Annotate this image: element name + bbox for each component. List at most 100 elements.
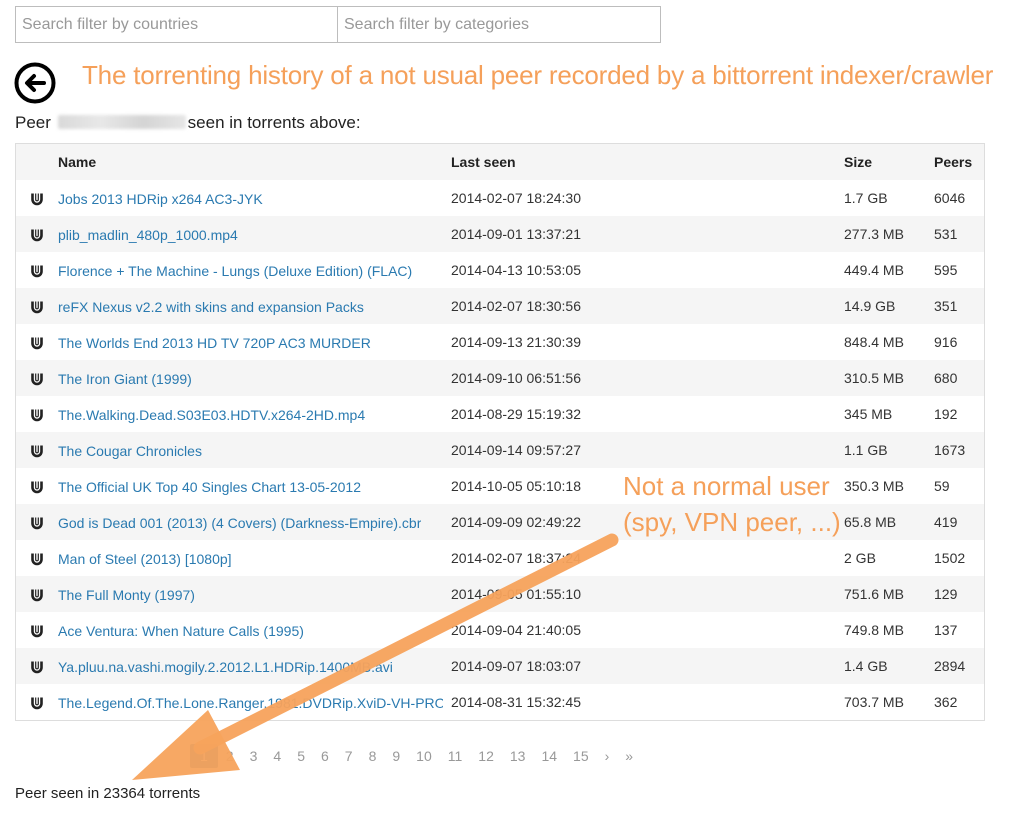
torrent-link[interactable]: The Iron Giant (1999) [58, 371, 192, 387]
magnet-cell [16, 396, 58, 432]
table-row: Ace Ventura: When Nature Calls (1995) 201… [16, 612, 984, 648]
table-header-row: Name Last seen Size Peers [16, 144, 984, 180]
magnet-icon[interactable] [30, 552, 44, 566]
magnet-cell [16, 576, 58, 612]
size-cell: 345 MB [844, 406, 893, 422]
torrent-link[interactable]: Florence + The Machine - Lungs (Deluxe E… [58, 263, 412, 279]
magnet-icon[interactable] [30, 300, 44, 314]
page-link[interactable]: 5 [289, 748, 313, 764]
peers-cell: 192 [934, 406, 958, 422]
torrent-link[interactable]: Man of Steel (2013) [1080p] [58, 551, 232, 567]
name-cell: The.Legend.Of.The.Lone.Ranger.1981.DVDRi… [58, 684, 451, 720]
header-size[interactable]: Size [844, 144, 934, 180]
peers-cell: 129 [934, 586, 958, 602]
torrent-link[interactable]: plib_madlin_480p_1000.mp4 [58, 227, 238, 243]
size-cell: 1.7 GB [844, 190, 888, 206]
torrent-link[interactable]: The Cougar Chronicles [58, 443, 202, 459]
name-cell: Man of Steel (2013) [1080p] [58, 540, 451, 576]
back-arrow-circle-icon[interactable] [14, 62, 56, 104]
name-cell: The Official UK Top 40 Singles Chart 13-… [58, 468, 451, 504]
header-name[interactable]: Name [58, 144, 451, 180]
page-link[interactable]: 13 [502, 748, 534, 764]
page-link[interactable]: 12 [470, 748, 502, 764]
size-cell: 14.9 GB [844, 298, 896, 314]
table-row: The.Walking.Dead.S03E03.HDTV.x264-2HD.mp… [16, 396, 984, 432]
peers-cell: 137 [934, 622, 958, 638]
page-link[interactable]: 8 [361, 748, 385, 764]
magnet-icon[interactable] [30, 408, 44, 422]
last-seen-cell: 2014-08-31 15:32:45 [451, 694, 581, 710]
size-cell: 277.3 MB [844, 226, 904, 242]
table-row: The Cougar Chronicles 2014-09-14 09:57:27… [16, 432, 984, 468]
magnet-icon[interactable] [30, 588, 44, 602]
page-link[interactable]: 3 [242, 748, 266, 764]
country-filter-input[interactable] [15, 6, 338, 43]
name-cell: The Iron Giant (1999) [58, 360, 451, 396]
magnet-icon[interactable] [30, 696, 44, 710]
page-link[interactable]: 7 [337, 748, 361, 764]
page-link[interactable]: 2 [218, 748, 242, 764]
torrent-link[interactable]: The Official UK Top 40 Singles Chart 13-… [58, 479, 361, 495]
torrent-link[interactable]: God is Dead 001 (2013) (4 Covers) (Darkn… [58, 515, 421, 531]
category-filter-input[interactable] [338, 6, 661, 43]
magnet-icon[interactable] [30, 516, 44, 530]
last-seen-cell: 2014-09-10 06:51:56 [451, 370, 581, 386]
table-row: Man of Steel (2013) [1080p] 2014-02-07 18… [16, 540, 984, 576]
page-link[interactable]: › [597, 748, 618, 764]
name-cell: The Cougar Chronicles [58, 432, 451, 468]
size-cell: 749.8 MB [844, 622, 904, 638]
page-link[interactable]: » [617, 748, 641, 764]
annotation-note: Not a normal user (spy, VPN peer, ...) [623, 468, 841, 540]
magnet-icon[interactable] [30, 624, 44, 638]
name-cell: plib_madlin_480p_1000.mp4 [58, 216, 451, 252]
torrent-count: Peer seen in 23364 torrents [15, 785, 201, 802]
page-link[interactable]: 10 [408, 748, 440, 764]
peer-suffix: seen in torrents above: [187, 113, 361, 132]
magnet-icon[interactable] [30, 264, 44, 278]
table-row: reFX Nexus v2.2 with skins and expansion… [16, 288, 984, 324]
page-link[interactable]: 4 [265, 748, 289, 764]
name-cell: God is Dead 001 (2013) (4 Covers) (Darkn… [58, 504, 451, 540]
filter-bar [15, 6, 661, 43]
torrent-link[interactable]: The Worlds End 2013 HD TV 720P AC3 MURDE… [58, 335, 371, 351]
magnet-icon[interactable] [30, 444, 44, 458]
magnet-icon[interactable] [30, 660, 44, 674]
torrent-link[interactable]: The Full Monty (1997) [58, 587, 195, 603]
peers-cell: 2894 [934, 658, 966, 674]
header-last-seen[interactable]: Last seen [451, 144, 844, 180]
last-seen-cell: 2014-08-29 15:19:32 [451, 406, 581, 422]
magnet-cell [16, 360, 58, 396]
magnet-icon[interactable] [30, 192, 44, 206]
peers-cell: 351 [934, 298, 958, 314]
page-link[interactable]: 11 [440, 748, 471, 764]
magnet-icon[interactable] [30, 336, 44, 350]
magnet-icon[interactable] [30, 480, 44, 494]
torrent-table: Name Last seen Size Peers Jobs 2013 HDRi… [15, 143, 985, 721]
torrent-link[interactable]: reFX Nexus v2.2 with skins and expansion… [58, 299, 364, 315]
page-link[interactable]: 14 [533, 748, 565, 764]
page-link-active[interactable]: 1 [190, 744, 218, 768]
size-cell: 65.8 MB [844, 514, 897, 530]
page-link[interactable]: 9 [384, 748, 408, 764]
page-link[interactable]: 15 [565, 748, 597, 764]
magnet-icon[interactable] [30, 372, 44, 386]
torrent-link[interactable]: Ya.pluu.na.vashi.mogily.2.2012.L1.HDRip.… [58, 659, 393, 675]
last-seen-cell: 2014-09-14 09:57:27 [451, 442, 581, 458]
pagination: 1 2 3 4 5 6 7 8 9 10 11 12 13 14 15 ›» [190, 744, 641, 768]
name-cell: The.Walking.Dead.S03E03.HDTV.x264-2HD.mp… [58, 396, 451, 432]
torrent-link[interactable]: The.Walking.Dead.S03E03.HDTV.x264-2HD.mp… [58, 407, 365, 423]
torrent-link[interactable]: Jobs 2013 HDRip x264 AC3-JYK [58, 191, 263, 207]
header-peers[interactable]: Peers [934, 144, 984, 180]
peers-cell: 595 [934, 262, 958, 278]
name-cell: Ya.pluu.na.vashi.mogily.2.2012.L1.HDRip.… [58, 648, 451, 684]
torrent-link[interactable]: The.Legend.Of.The.Lone.Ranger.1981.DVDRi… [58, 695, 443, 711]
size-cell: 310.5 MB [844, 370, 904, 386]
size-cell: 350.3 MB [844, 478, 904, 494]
torrent-link[interactable]: Ace Ventura: When Nature Calls (1995) [58, 623, 304, 639]
last-seen-cell: 2014-09-04 21:40:05 [451, 622, 581, 638]
peers-cell: 419 [934, 514, 958, 530]
page-link[interactable]: 6 [313, 748, 337, 764]
magnet-icon[interactable] [30, 228, 44, 242]
last-seen-cell: 2014-09-13 21:30:39 [451, 334, 581, 350]
table-row: The Iron Giant (1999) 2014-09-10 06:51:56… [16, 360, 984, 396]
